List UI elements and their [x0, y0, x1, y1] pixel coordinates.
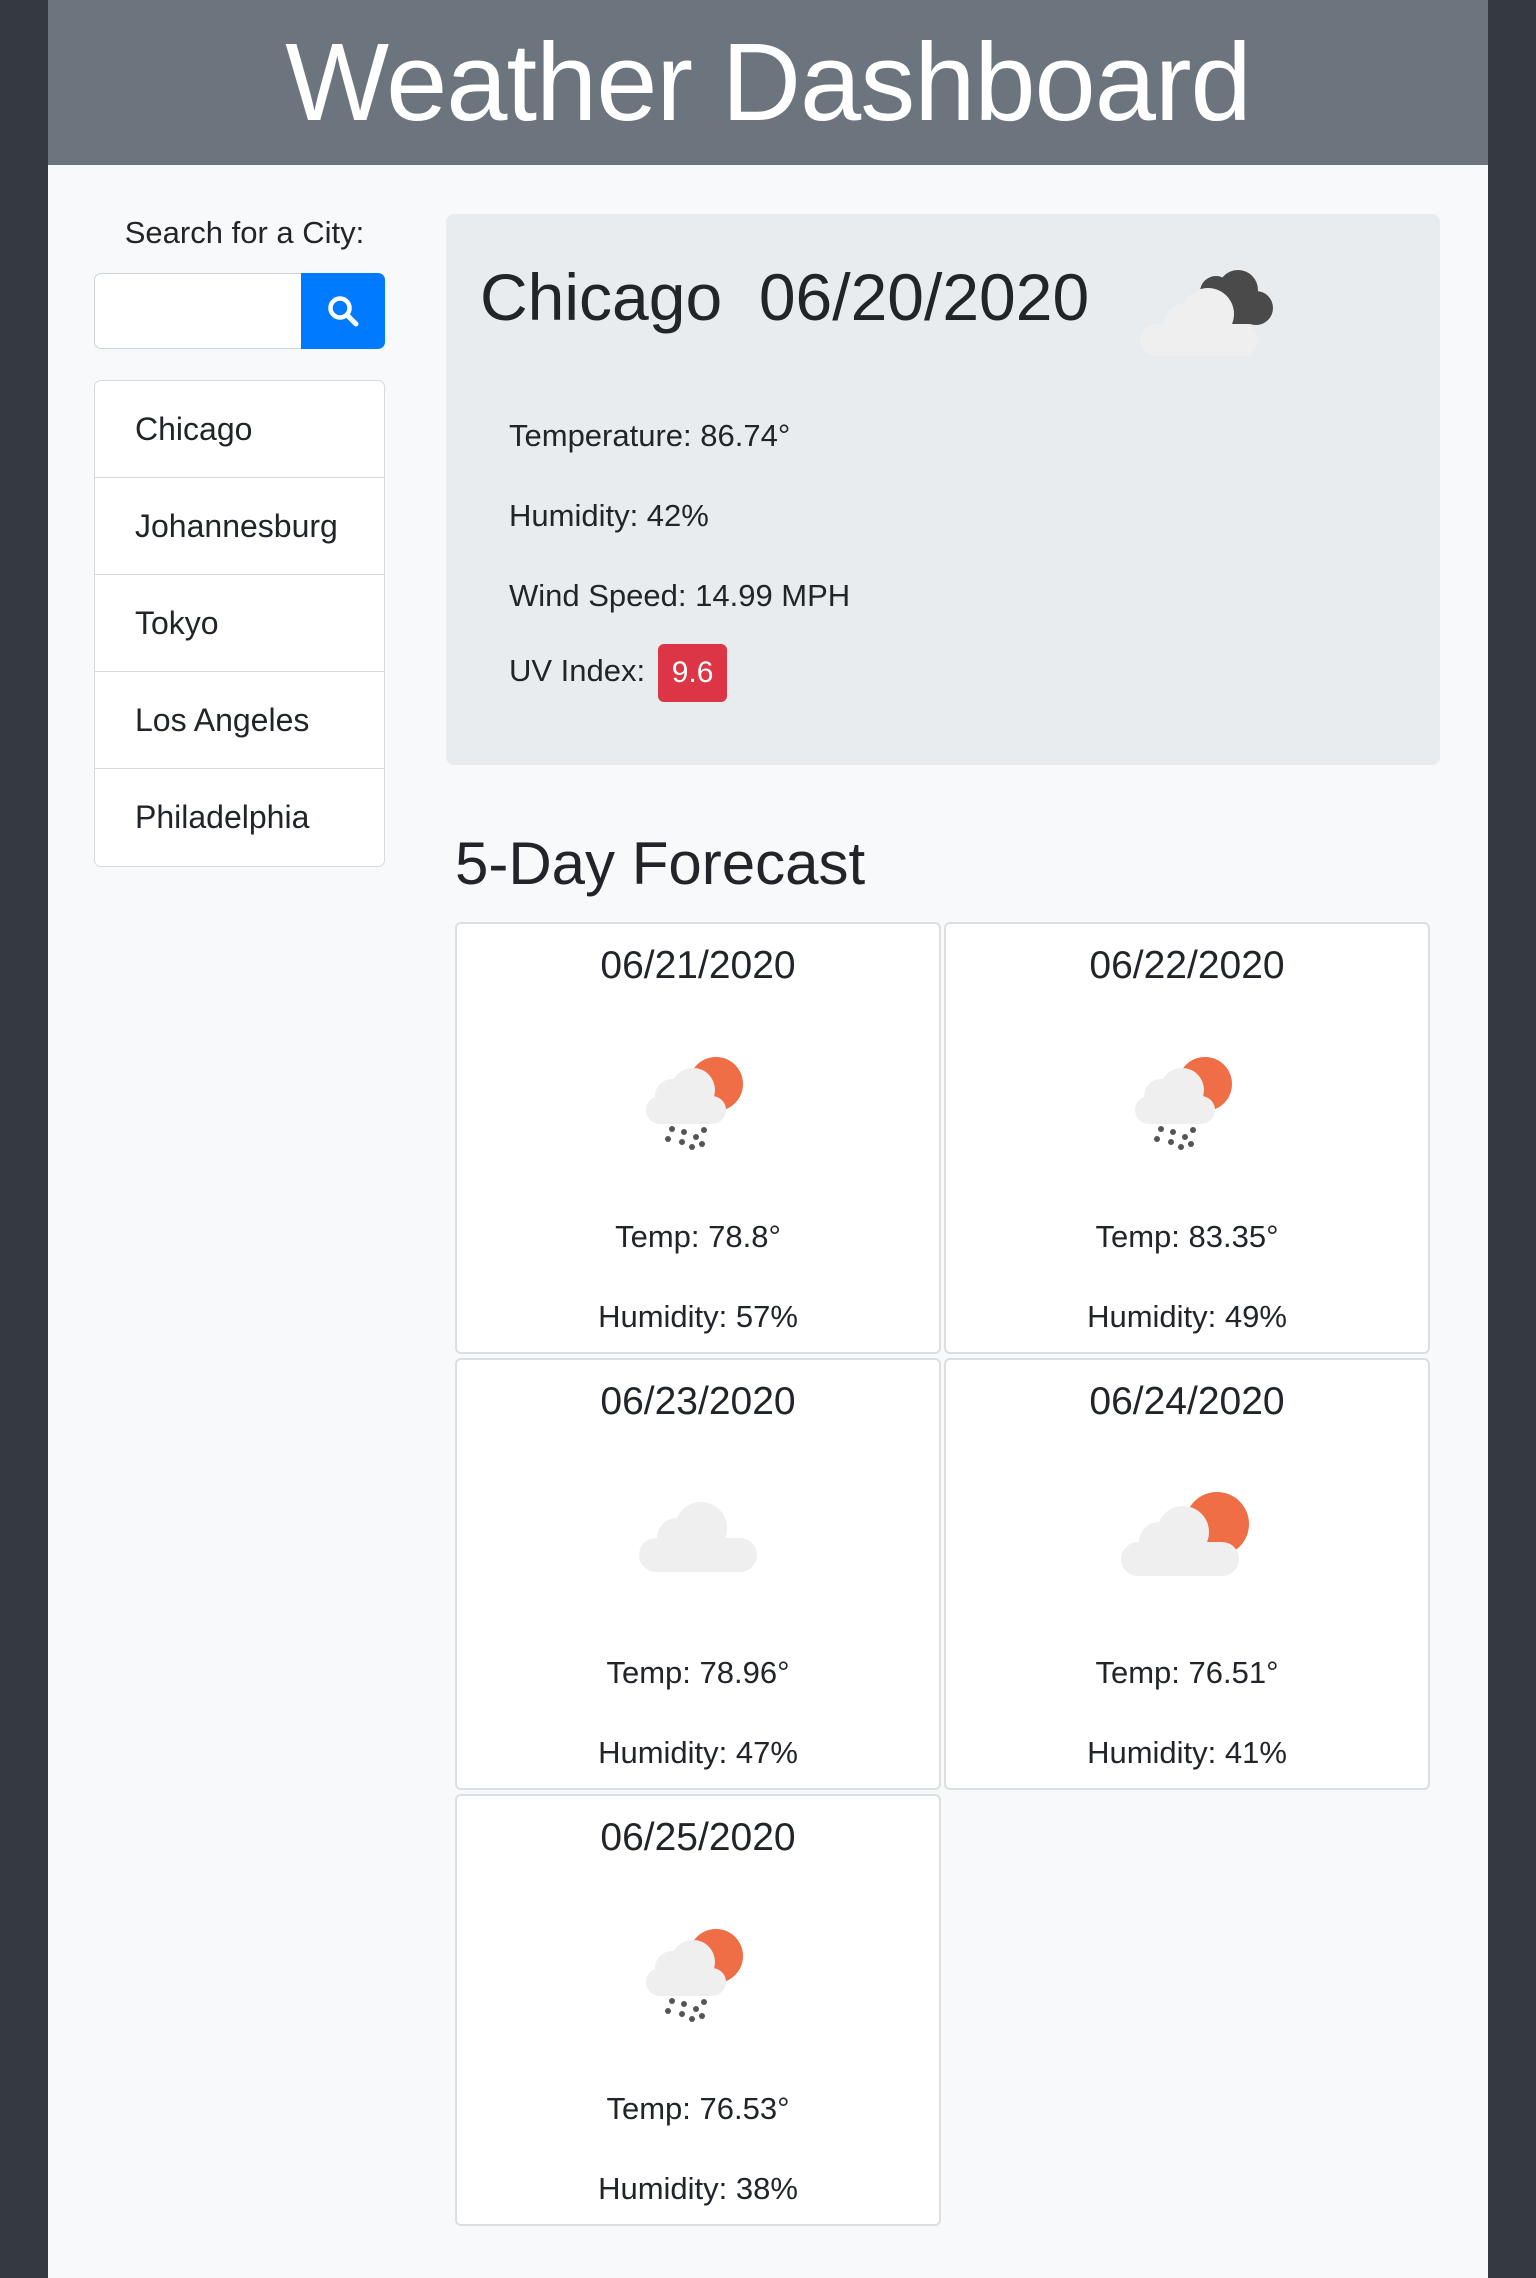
- uv-index-label: UV Index:: [509, 653, 654, 689]
- forecast-date: 06/23/2020: [600, 1380, 796, 1423]
- history-item-philadelphia[interactable]: Philadelphia: [95, 769, 384, 866]
- current-city-date: Chicago 06/20/2020: [480, 260, 1090, 334]
- rain-sun-icon: [646, 1929, 743, 2022]
- forecast-temp: Temp: 76.53°: [606, 2091, 790, 2126]
- header-bar: Weather Dashboard: [48, 0, 1488, 165]
- forecast-card: 06/24/2020 Temp: 76.51° Humidity: 41%: [944, 1358, 1430, 1790]
- forecast-humidity: Humidity: 57%: [598, 1299, 798, 1334]
- history-item-chicago[interactable]: Chicago: [95, 381, 384, 478]
- search-button[interactable]: [301, 273, 385, 349]
- sidebar: Search for a City: Chicago Johannesburg …: [94, 215, 385, 867]
- history-item-los-angeles[interactable]: Los Angeles: [95, 672, 384, 769]
- forecast-heading: 5-Day Forecast: [455, 830, 866, 897]
- current-weather-icon: [1134, 262, 1284, 367]
- forecast-humidity: Humidity: 47%: [598, 1735, 798, 1770]
- city-search-input[interactable]: [94, 273, 301, 349]
- search-icon: [328, 296, 359, 327]
- forecast-date: 06/25/2020: [600, 1816, 796, 1859]
- broken-clouds-icon: [1140, 270, 1273, 356]
- current-humidity: Humidity: 42%: [509, 498, 709, 533]
- forecast-date: 06/22/2020: [1089, 944, 1285, 987]
- page-title: Weather Dashboard: [285, 20, 1251, 144]
- current-wind-speed: Wind Speed: 14.99 MPH: [509, 578, 851, 613]
- forecast-card: 06/25/2020 Temp: 76.53° Humidity: 38%: [455, 1794, 941, 2226]
- search-history-list: Chicago Johannesburg Tokyo Los Angeles P…: [94, 380, 385, 867]
- forecast-card: 06/23/2020 Temp: 78.96° Humidity: 47%: [455, 1358, 941, 1790]
- forecast-date: 06/21/2020: [600, 944, 796, 987]
- forecast-card: 06/22/2020 Temp: 83.35° Humidity: 49%: [944, 922, 1430, 1354]
- rain-sun-icon: [646, 1057, 743, 1150]
- search-form: [94, 273, 385, 349]
- forecast-humidity: Humidity: 41%: [1087, 1735, 1287, 1770]
- history-item-tokyo[interactable]: Tokyo: [95, 575, 384, 672]
- history-item-johannesburg[interactable]: Johannesburg: [95, 478, 384, 575]
- cloud-icon: [639, 1502, 757, 1572]
- current-uv-index: UV Index: 9.6: [509, 644, 728, 702]
- forecast-temp: Temp: 76.51°: [1095, 1655, 1279, 1690]
- app-frame: Weather Dashboard Search for a City: Chi…: [48, 0, 1488, 2278]
- current-weather-panel: Chicago 06/20/2020 Temperature: 86.74° H…: [446, 214, 1440, 765]
- rain-sun-icon: [1135, 1057, 1232, 1150]
- search-label: Search for a City:: [124, 215, 365, 250]
- forecast-date: 06/24/2020: [1089, 1380, 1285, 1423]
- current-temperature: Temperature: 86.74°: [509, 418, 791, 453]
- partly-cloudy-icon: [1121, 1492, 1249, 1576]
- uv-index-badge: 9.6: [657, 644, 728, 702]
- forecast-temp: Temp: 78.96°: [606, 1655, 790, 1690]
- forecast-humidity: Humidity: 38%: [598, 2171, 798, 2206]
- forecast-temp: Temp: 78.8°: [615, 1219, 781, 1254]
- forecast-temp: Temp: 83.35°: [1095, 1219, 1279, 1254]
- forecast-humidity: Humidity: 49%: [1087, 1299, 1287, 1334]
- forecast-card: 06/21/2020 Temp: 78.8° Humidity: 57%: [455, 922, 941, 1354]
